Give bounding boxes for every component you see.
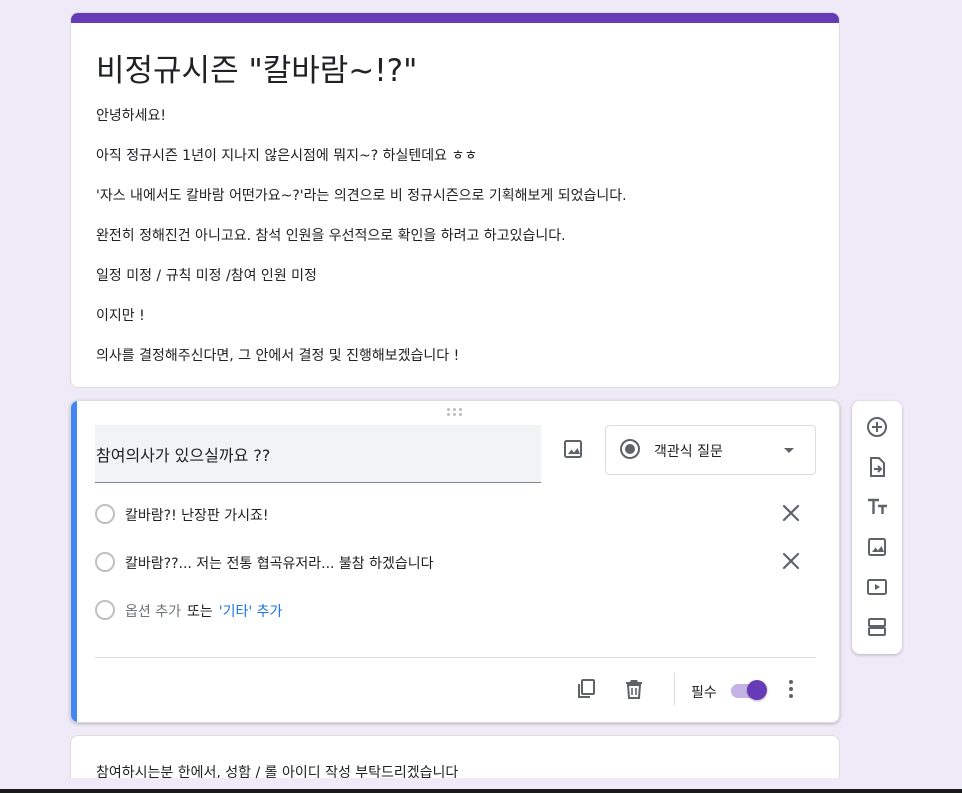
more-options-icon[interactable] (779, 677, 803, 701)
option-radio-icon (95, 504, 115, 524)
side-toolbar (852, 401, 902, 654)
duplicate-icon[interactable] (574, 677, 598, 701)
add-image-icon[interactable] (561, 437, 585, 461)
add-title-icon[interactable] (865, 495, 889, 519)
add-option-link[interactable]: 옵션 추가 (125, 604, 181, 620)
header-accent-bar (71, 13, 839, 23)
description-line[interactable]: 안녕하세요! (96, 105, 166, 125)
add-option-radio-icon (95, 600, 115, 620)
question-type-label: 객관식 질문 (654, 444, 723, 460)
question-type-dropdown[interactable]: 객관식 질문 (605, 425, 816, 475)
description-line[interactable]: 의사를 결정해주신다면, 그 안에서 결정 및 진행해보겠습니다 ! (96, 345, 459, 365)
next-question-card[interactable]: 참여하시는분 한에서, 성함 / 롤 아이디 작성 부탁드리겠습니다 (70, 735, 840, 778)
form-editor-viewport: 비정규시즌 "칼바람~!?" 안녕하세요! 아직 정규시즌 1년이 지나지 않은… (0, 0, 962, 778)
question-card[interactable]: 참여의사가 있으실까요 ?? 객관식 질문 칼바람?! 난장판 가시죠! 칼바람… (70, 400, 840, 723)
or-label: 또는 (186, 604, 213, 620)
drag-handle-icon[interactable] (447, 408, 463, 418)
form-header-card[interactable]: 비정규시즌 "칼바람~!?" 안녕하세요! 아직 정규시즌 1년이 지나지 않은… (70, 12, 840, 388)
screen-bottom-edge (0, 789, 962, 793)
option-text-input[interactable]: 칼바람??... 저는 전통 협곡유저라... 불참 하겠습니다 (125, 553, 434, 573)
active-question-indicator (71, 401, 77, 722)
footer-separator (674, 673, 675, 705)
description-line[interactable]: 아직 정규시즌 1년이 지나지 않은시점에 뭐지~? 하실텐데요 ㅎㅎ (96, 145, 477, 165)
question-title-input[interactable]: 참여의사가 있으실까요 ?? (95, 425, 541, 483)
radio-button-icon (620, 439, 640, 459)
question-footer-divider (95, 657, 816, 658)
required-label: 필수 (691, 685, 717, 701)
delete-icon[interactable] (622, 677, 646, 701)
add-video-icon[interactable] (865, 575, 889, 599)
remove-option-icon[interactable] (781, 503, 801, 523)
required-toggle-knob[interactable] (747, 680, 767, 700)
import-questions-icon[interactable] (865, 455, 889, 479)
description-line[interactable]: 일정 미정 / 규칙 미정 /참여 인원 미정 (96, 265, 317, 285)
description-line[interactable]: 완전히 정해진건 아니고요. 참석 인원을 우선적으로 확인을 하려고 하고있습… (96, 225, 566, 245)
dropdown-arrow-icon (784, 448, 794, 453)
remove-option-icon[interactable] (781, 551, 801, 571)
add-option-row: 옵션 추가 또는 '기타' 추가 (125, 601, 282, 621)
question-title-text: 참여의사가 있으실까요 ?? (96, 446, 271, 465)
next-question-title: 참여하시는분 한에서, 성함 / 롤 아이디 작성 부탁드리겠습니다 (96, 765, 459, 778)
form-title[interactable]: 비정규시즌 "칼바람~!?" (96, 45, 417, 90)
option-text-input[interactable]: 칼바람?! 난장판 가시죠! (125, 505, 268, 525)
add-other-link[interactable]: '기타' 추가 (219, 604, 283, 620)
description-line[interactable]: 이지만 ! (96, 305, 145, 325)
add-section-icon[interactable] (865, 615, 889, 639)
add-image-icon[interactable] (865, 535, 889, 559)
description-line[interactable]: '자스 내에서도 칼바람 어떤가요~?'라는 의견으로 비 정규시즌으로 기획해… (96, 185, 627, 205)
option-radio-icon (95, 552, 115, 572)
add-question-icon[interactable] (865, 415, 889, 439)
